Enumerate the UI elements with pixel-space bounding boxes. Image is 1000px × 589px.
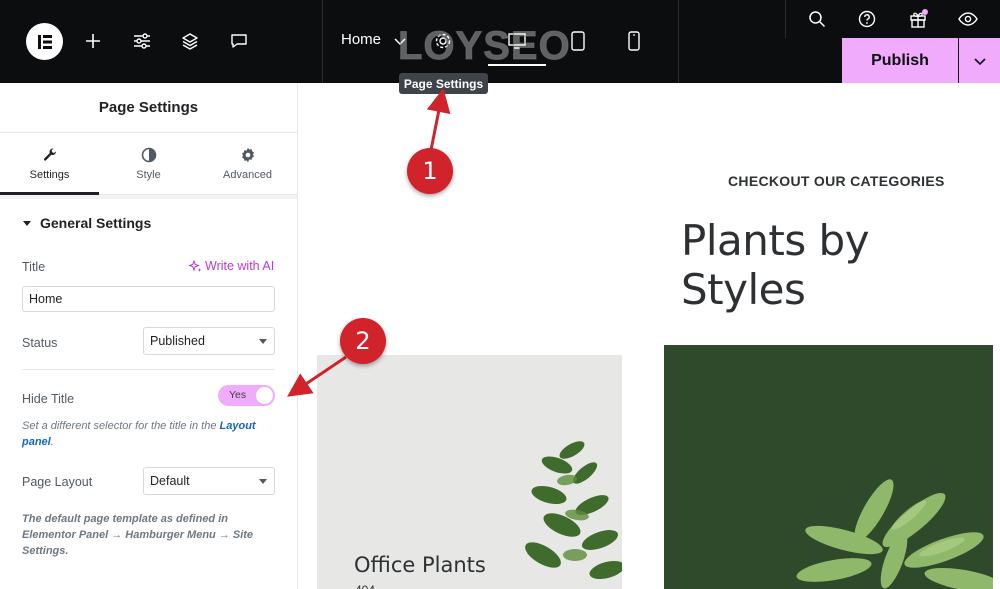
- plant-image: [796, 479, 993, 589]
- write-with-ai-button[interactable]: Write with AI: [189, 259, 274, 273]
- status-select[interactable]: Published: [143, 327, 275, 355]
- section-heading: Plants by Styles: [681, 216, 870, 314]
- gear-icon: [241, 147, 254, 162]
- caret-down-icon: [23, 221, 31, 226]
- status-value: Published: [150, 334, 205, 348]
- tab-label: Settings: [29, 168, 70, 181]
- toggle-label: Yes: [229, 389, 247, 401]
- category-card-2[interactable]: [664, 345, 993, 589]
- panel-body: General Settings Title Write with AI Hom…: [0, 195, 297, 589]
- page-selector[interactable]: Home: [341, 31, 381, 48]
- panel-tabs: Settings Style Advanced: [0, 133, 297, 195]
- mobile-icon[interactable]: [620, 27, 648, 55]
- tab-advanced[interactable]: Advanced: [198, 133, 297, 194]
- tab-label: Style: [136, 168, 161, 181]
- title-label: Title: [22, 260, 46, 274]
- page-layout-value: Default: [150, 474, 190, 488]
- panel-title: Page Settings: [0, 83, 297, 133]
- section-title: General Settings: [40, 215, 152, 231]
- card-title: Office Plants: [354, 553, 486, 577]
- card-count: 404: [355, 583, 375, 589]
- eye-icon[interactable]: [954, 5, 982, 33]
- publish-button[interactable]: Publish: [842, 38, 958, 83]
- hide-title-help: Set a different selector for the title i…: [22, 420, 256, 448]
- hide-title-label: Hide Title: [22, 392, 75, 406]
- settings-panel: Page Settings Settings Style Advanced Ge…: [0, 83, 298, 589]
- sliders-icon[interactable]: [128, 27, 156, 55]
- page-layout-label: Page Layout: [22, 475, 93, 489]
- hide-title-toggle[interactable]: Yes: [218, 385, 275, 406]
- comment-icon[interactable]: [225, 27, 253, 55]
- page-layout-help: The default page template as defined in …: [22, 513, 254, 557]
- add-icon[interactable]: [79, 27, 107, 55]
- status-label: Status: [22, 336, 58, 350]
- title-input[interactable]: Home: [22, 286, 275, 312]
- general-settings-section-toggle[interactable]: General Settings: [22, 215, 151, 231]
- chevron-down-icon: [973, 57, 986, 65]
- contrast-icon: [141, 147, 156, 162]
- search-icon[interactable]: [803, 5, 831, 33]
- ai-label: Write with AI: [205, 259, 275, 273]
- publish-options-button[interactable]: [959, 38, 1000, 83]
- gift-icon[interactable]: [904, 5, 932, 33]
- tab-label: Advanced: [223, 168, 272, 181]
- annotation-badge-1: 1: [407, 148, 453, 194]
- tab-settings[interactable]: Settings: [0, 133, 99, 195]
- layers-icon[interactable]: [176, 27, 204, 55]
- elementor-logo-icon[interactable]: [26, 23, 63, 60]
- help-icon[interactable]: [853, 5, 881, 33]
- annotation-badge-2: 2: [340, 318, 386, 364]
- category-card-office[interactable]: Office Plants 404: [317, 355, 622, 589]
- caret-down-icon: [259, 339, 267, 344]
- wrench-icon: [43, 147, 56, 161]
- page-layout-select[interactable]: Default: [143, 467, 275, 495]
- section-eyebrow: CHECKOUT OUR CATEGORIES: [728, 173, 945, 189]
- page-settings-tooltip: Page Settings: [399, 73, 488, 94]
- caret-down-icon: [259, 479, 267, 484]
- watermark-logo: LOYSEO: [398, 24, 571, 69]
- divider: [22, 369, 275, 370]
- tab-style[interactable]: Style: [99, 133, 198, 194]
- sparkle-icon: [189, 259, 202, 272]
- toggle-knob: [256, 387, 273, 404]
